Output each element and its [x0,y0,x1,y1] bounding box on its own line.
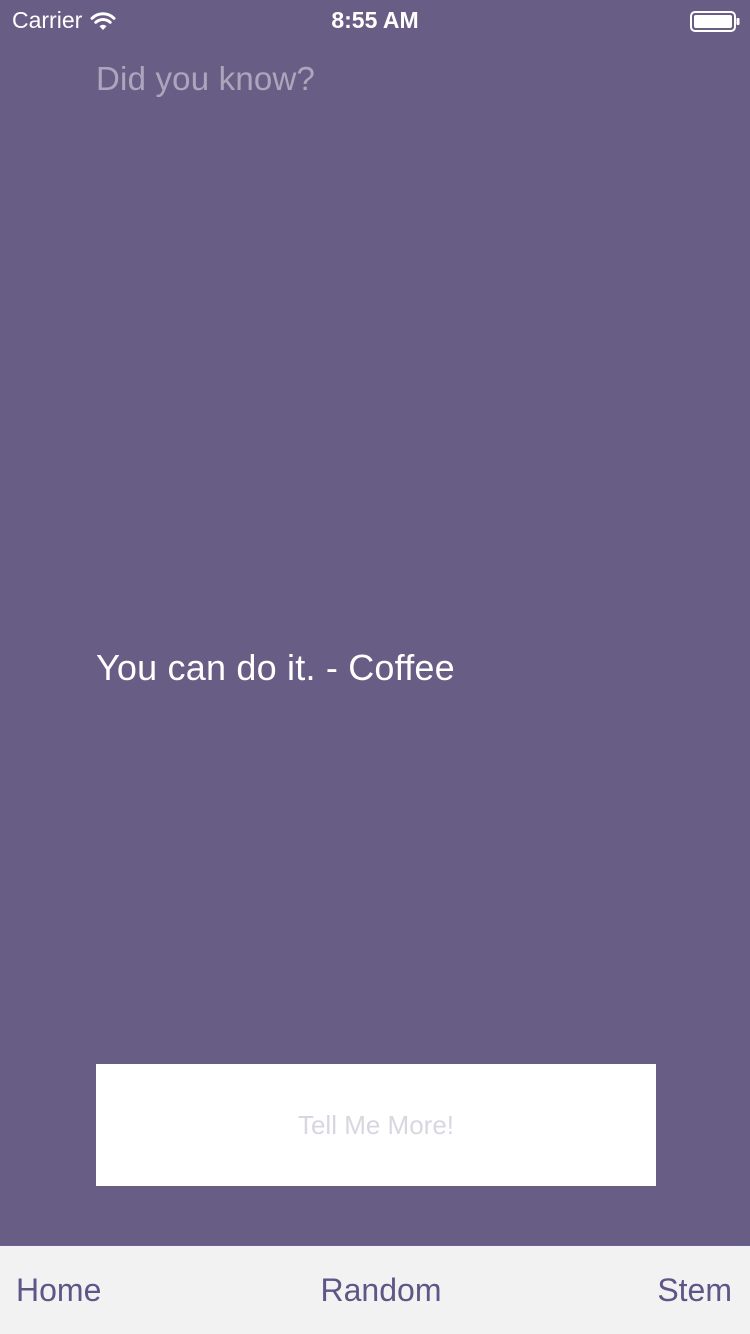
fact-text: You can do it. - Coffee [96,647,455,688]
page-title: Did you know? [96,60,316,97]
tab-bar: Home Random Stem [0,1245,750,1334]
tab-random[interactable]: Random [0,1272,750,1309]
tell-me-more-button[interactable]: Tell Me More! [96,1064,656,1186]
status-bar: Carrier 8:55 AM [0,0,750,40]
status-time: 8:55 AM [331,7,419,33]
battery-icon [690,11,740,32]
tab-stem[interactable]: Stem [657,1272,732,1309]
